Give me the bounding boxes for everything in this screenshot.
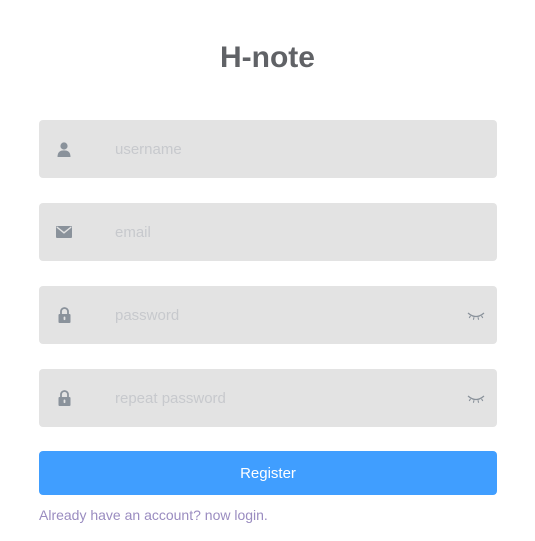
lock-icon — [56, 307, 72, 323]
repeat-password-field[interactable] — [39, 369, 497, 427]
username-field[interactable] — [39, 120, 497, 178]
email-input[interactable] — [115, 203, 455, 261]
eye-closed-icon[interactable] — [467, 309, 485, 321]
lock-icon — [56, 390, 72, 406]
register-button[interactable]: Register — [39, 451, 497, 495]
eye-closed-icon[interactable] — [467, 392, 485, 404]
email-field[interactable] — [39, 203, 497, 261]
envelope-icon — [56, 224, 72, 240]
login-link[interactable]: Already have an account? now login. — [39, 507, 268, 523]
password-input[interactable] — [115, 286, 455, 344]
repeat-password-input[interactable] — [115, 369, 455, 427]
user-icon — [56, 141, 72, 157]
page-title: H-note — [220, 41, 315, 74]
username-input[interactable] — [115, 120, 455, 178]
password-field[interactable] — [39, 286, 497, 344]
